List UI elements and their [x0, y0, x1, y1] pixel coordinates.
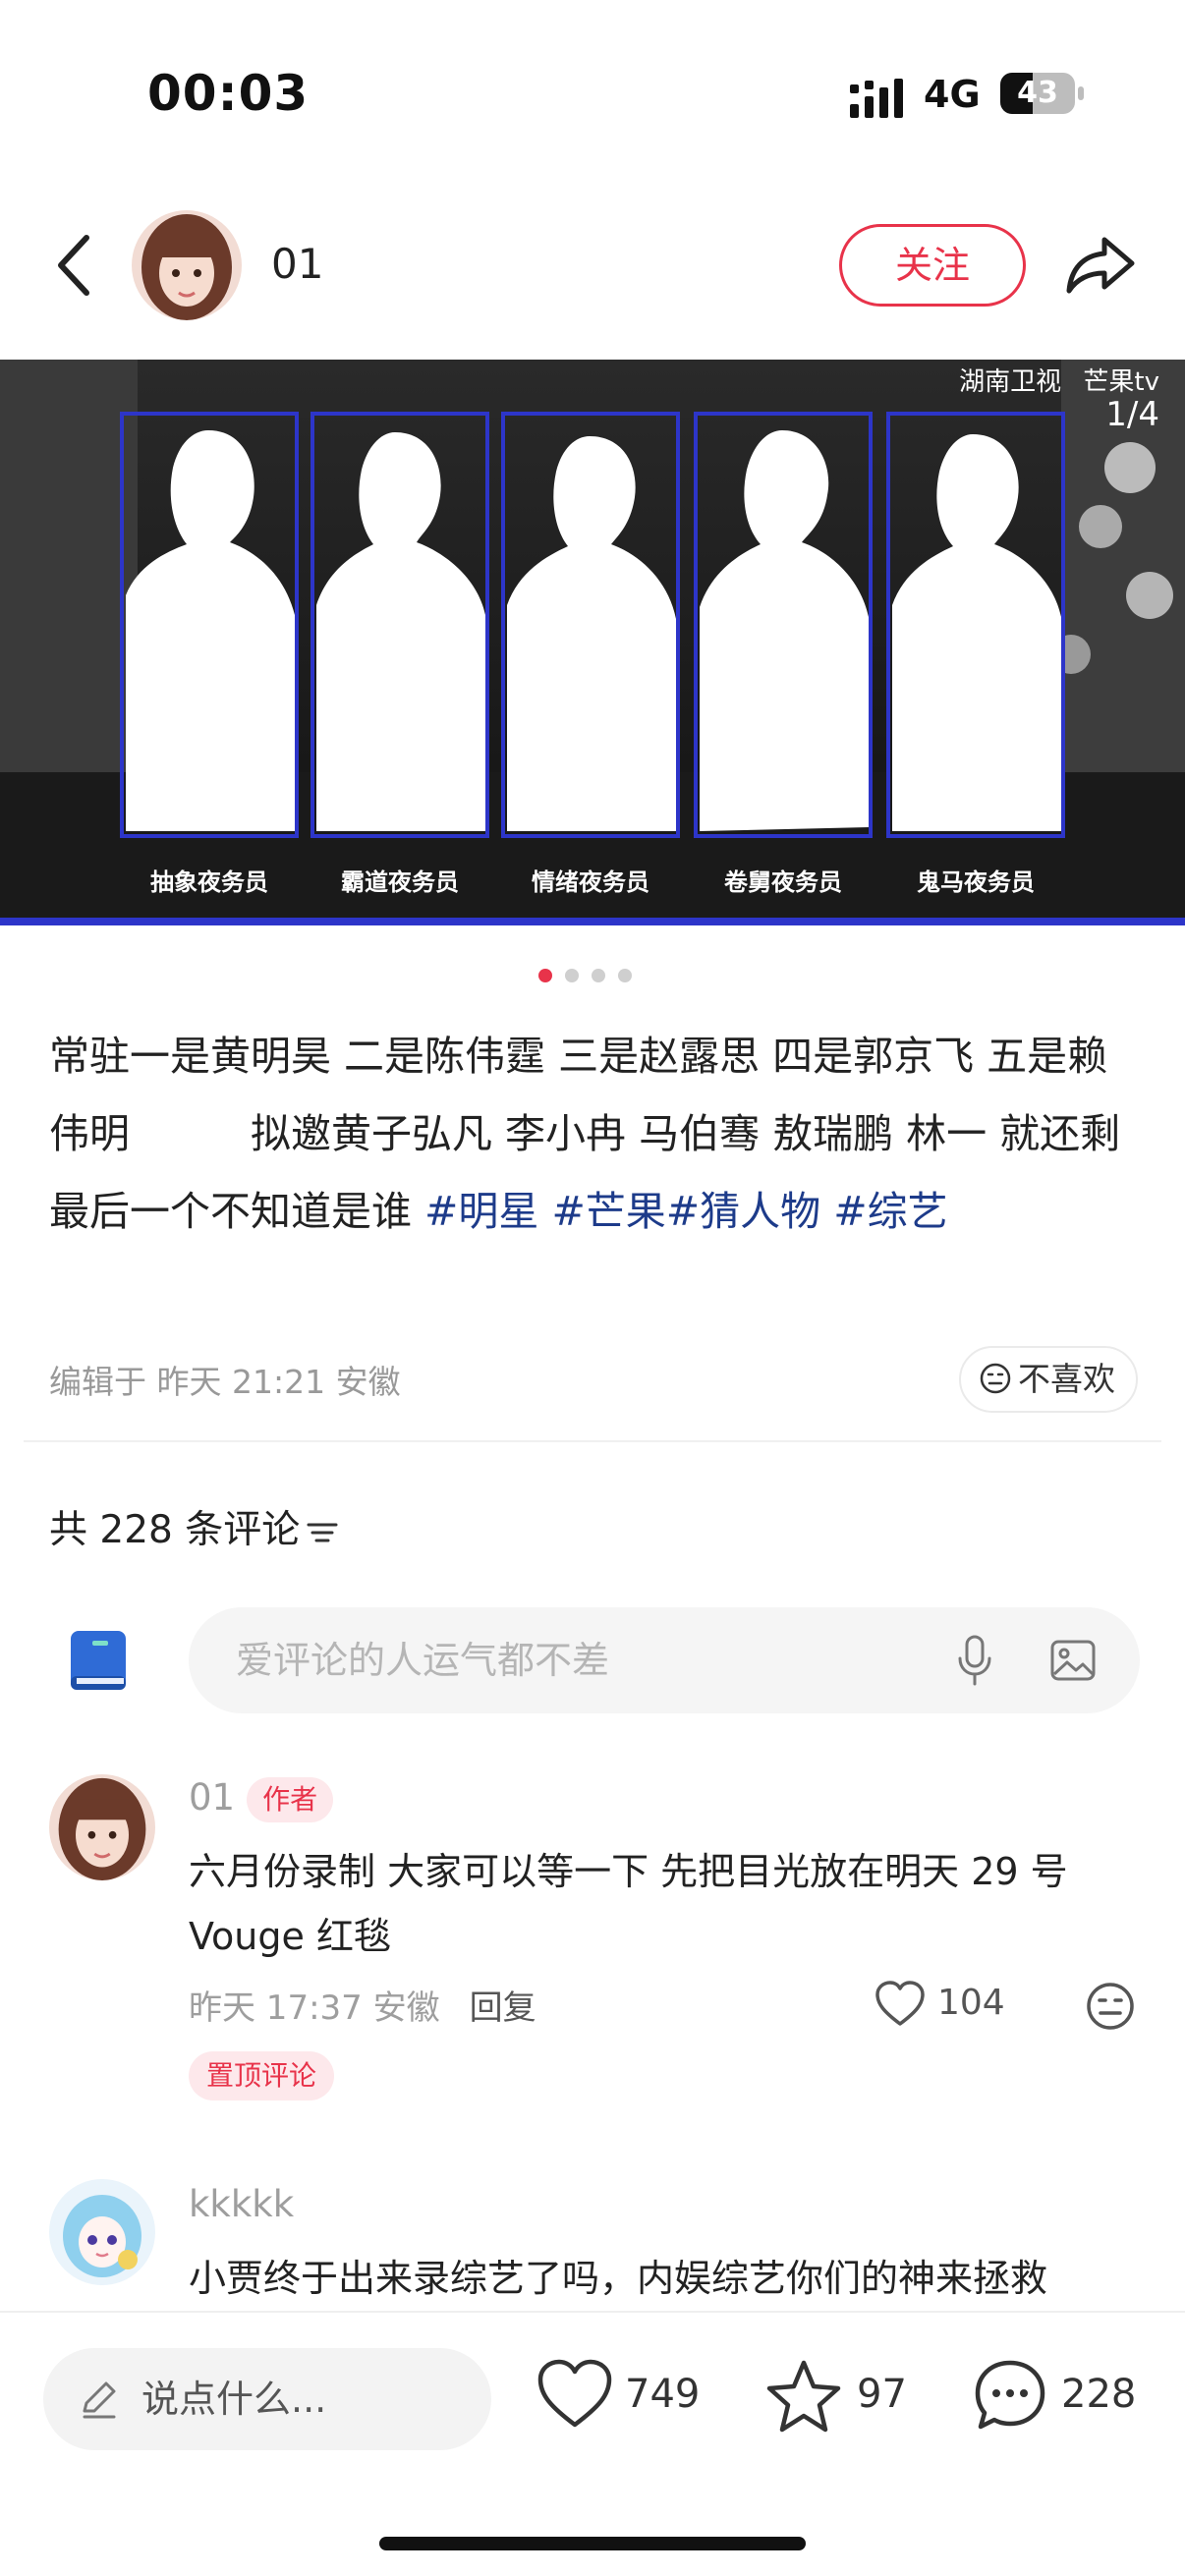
status-bar: 00:03 4G 43: [0, 0, 1185, 147]
carousel-dot[interactable]: [592, 969, 605, 982]
carousel-dot[interactable]: [618, 969, 632, 982]
meh-face-icon[interactable]: [1085, 1981, 1136, 2032]
carousel-dot[interactable]: [565, 969, 579, 982]
author-name[interactable]: 01: [271, 240, 323, 288]
book-icon[interactable]: [69, 1629, 128, 1692]
like-button[interactable]: 749: [536, 2358, 704, 2440]
microphone-icon[interactable]: [955, 1635, 994, 1688]
commenter-name-text: 01: [189, 1776, 236, 1819]
say-something-input[interactable]: 说点什么...: [43, 2348, 491, 2450]
role-label: 抽象夜务员: [150, 868, 268, 896]
dislike-label: 不喜欢: [1018, 1360, 1115, 1398]
post-header: 01 关注: [0, 196, 1185, 334]
battery-icon: 43: [1000, 73, 1075, 114]
hashtag[interactable]: #芒果#猜人物: [551, 1188, 820, 1235]
logo-left: 湖南卫视: [959, 367, 1062, 397]
sort-icon[interactable]: [306, 1518, 339, 1547]
post-meta: 编辑于 昨天 21:21 安徽: [49, 1363, 401, 1401]
pinned-badge: 置顶评论: [189, 2051, 335, 2100]
status-time: 00:03: [147, 65, 310, 122]
comment-count: 228: [1061, 2372, 1137, 2417]
carousel-indicator: [538, 969, 647, 984]
hashtag[interactable]: #综艺: [833, 1188, 947, 1235]
comment-text[interactable]: 小贾终于出来录综艺了吗，内娱综艺你们的神来拯救: [189, 2246, 1132, 2311]
logo-right: 芒果tv: [1083, 367, 1159, 397]
comment-button[interactable]: 228: [973, 2358, 1150, 2440]
favorite-button[interactable]: 97: [764, 2358, 912, 2440]
comment-time: 昨天 17:37 安徽: [189, 1988, 440, 2028]
commenter-name[interactable]: kkkkk: [189, 2183, 294, 2225]
post-text: 常驻一是黄明昊 二是陈伟霆 三是赵露思 四是郭京飞 五是赖伟明 拟邀黄子弘凡 李…: [49, 1018, 1140, 1251]
commenter-avatar[interactable]: [49, 2179, 155, 2285]
carousel-dot[interactable]: [538, 969, 552, 982]
chevron-left-icon[interactable]: [45, 226, 104, 305]
signal-icon: [850, 79, 903, 118]
comment-input[interactable]: 爱评论的人运气都不差: [189, 1607, 1140, 1713]
meh-face-icon: [980, 1363, 1011, 1393]
comments-count-label: 共 228 条评论: [49, 1508, 301, 1552]
follow-button[interactable]: 关注: [839, 224, 1026, 307]
author-avatar[interactable]: [132, 210, 242, 320]
image-icon[interactable]: [1049, 1637, 1097, 1684]
star-icon: [766, 2360, 841, 2433]
dislike-button[interactable]: 不喜欢: [959, 1346, 1138, 1413]
share-arrow-icon[interactable]: [1061, 226, 1140, 305]
role-label: 卷舅夜务员: [724, 868, 842, 896]
comments-count[interactable]: 共 228 条评论: [49, 1499, 339, 1554]
commenter-name[interactable]: 01 作者: [189, 1776, 334, 1822]
post-image-carousel[interactable]: 湖南卫视 芒果tv 1/4 抽象夜务员 霸道夜务员 情绪夜务员 卷舅夜务员 鬼马…: [0, 360, 1185, 925]
hashtag[interactable]: #明星: [424, 1188, 538, 1235]
say-something-placeholder: 说点什么...: [141, 2378, 327, 2421]
comment-input-placeholder: 爱评论的人运气都不差: [236, 1639, 610, 1682]
comment-meta: 昨天 17:37 安徽 回复: [189, 1981, 536, 2029]
role-label: 霸道夜务员: [341, 868, 459, 896]
role-label: 鬼马夜务员: [917, 868, 1035, 896]
reply-button[interactable]: 回复: [470, 1988, 536, 2028]
chat-bubble-icon: [975, 2360, 1045, 2430]
broadcaster-logos: 湖南卫视 芒果tv: [945, 362, 1159, 398]
post-image: [0, 360, 1185, 925]
pencil-icon: [83, 2381, 116, 2419]
comment-text[interactable]: 六月份录制 大家可以等一下 先把目光放在明天 29 号 Vouge 红毯: [189, 1839, 1132, 1969]
image-counter: 1/4: [1105, 395, 1159, 434]
battery-cap: [1078, 86, 1084, 100]
comment-like-count: 104: [937, 1983, 1005, 2023]
battery-level: 43: [1017, 76, 1058, 110]
heart-icon: [537, 2359, 612, 2428]
author-badge: 作者: [247, 1776, 334, 1822]
commenter-avatar[interactable]: [49, 1774, 155, 1880]
favorite-count: 97: [857, 2372, 907, 2417]
home-indicator[interactable]: [379, 2537, 806, 2550]
role-label: 情绪夜务员: [532, 868, 649, 896]
like-count: 749: [625, 2372, 701, 2417]
network-label: 4G: [924, 73, 981, 116]
hero-divider: [0, 918, 1185, 925]
heart-icon: [875, 1981, 925, 2026]
divider: [24, 1440, 1161, 1442]
